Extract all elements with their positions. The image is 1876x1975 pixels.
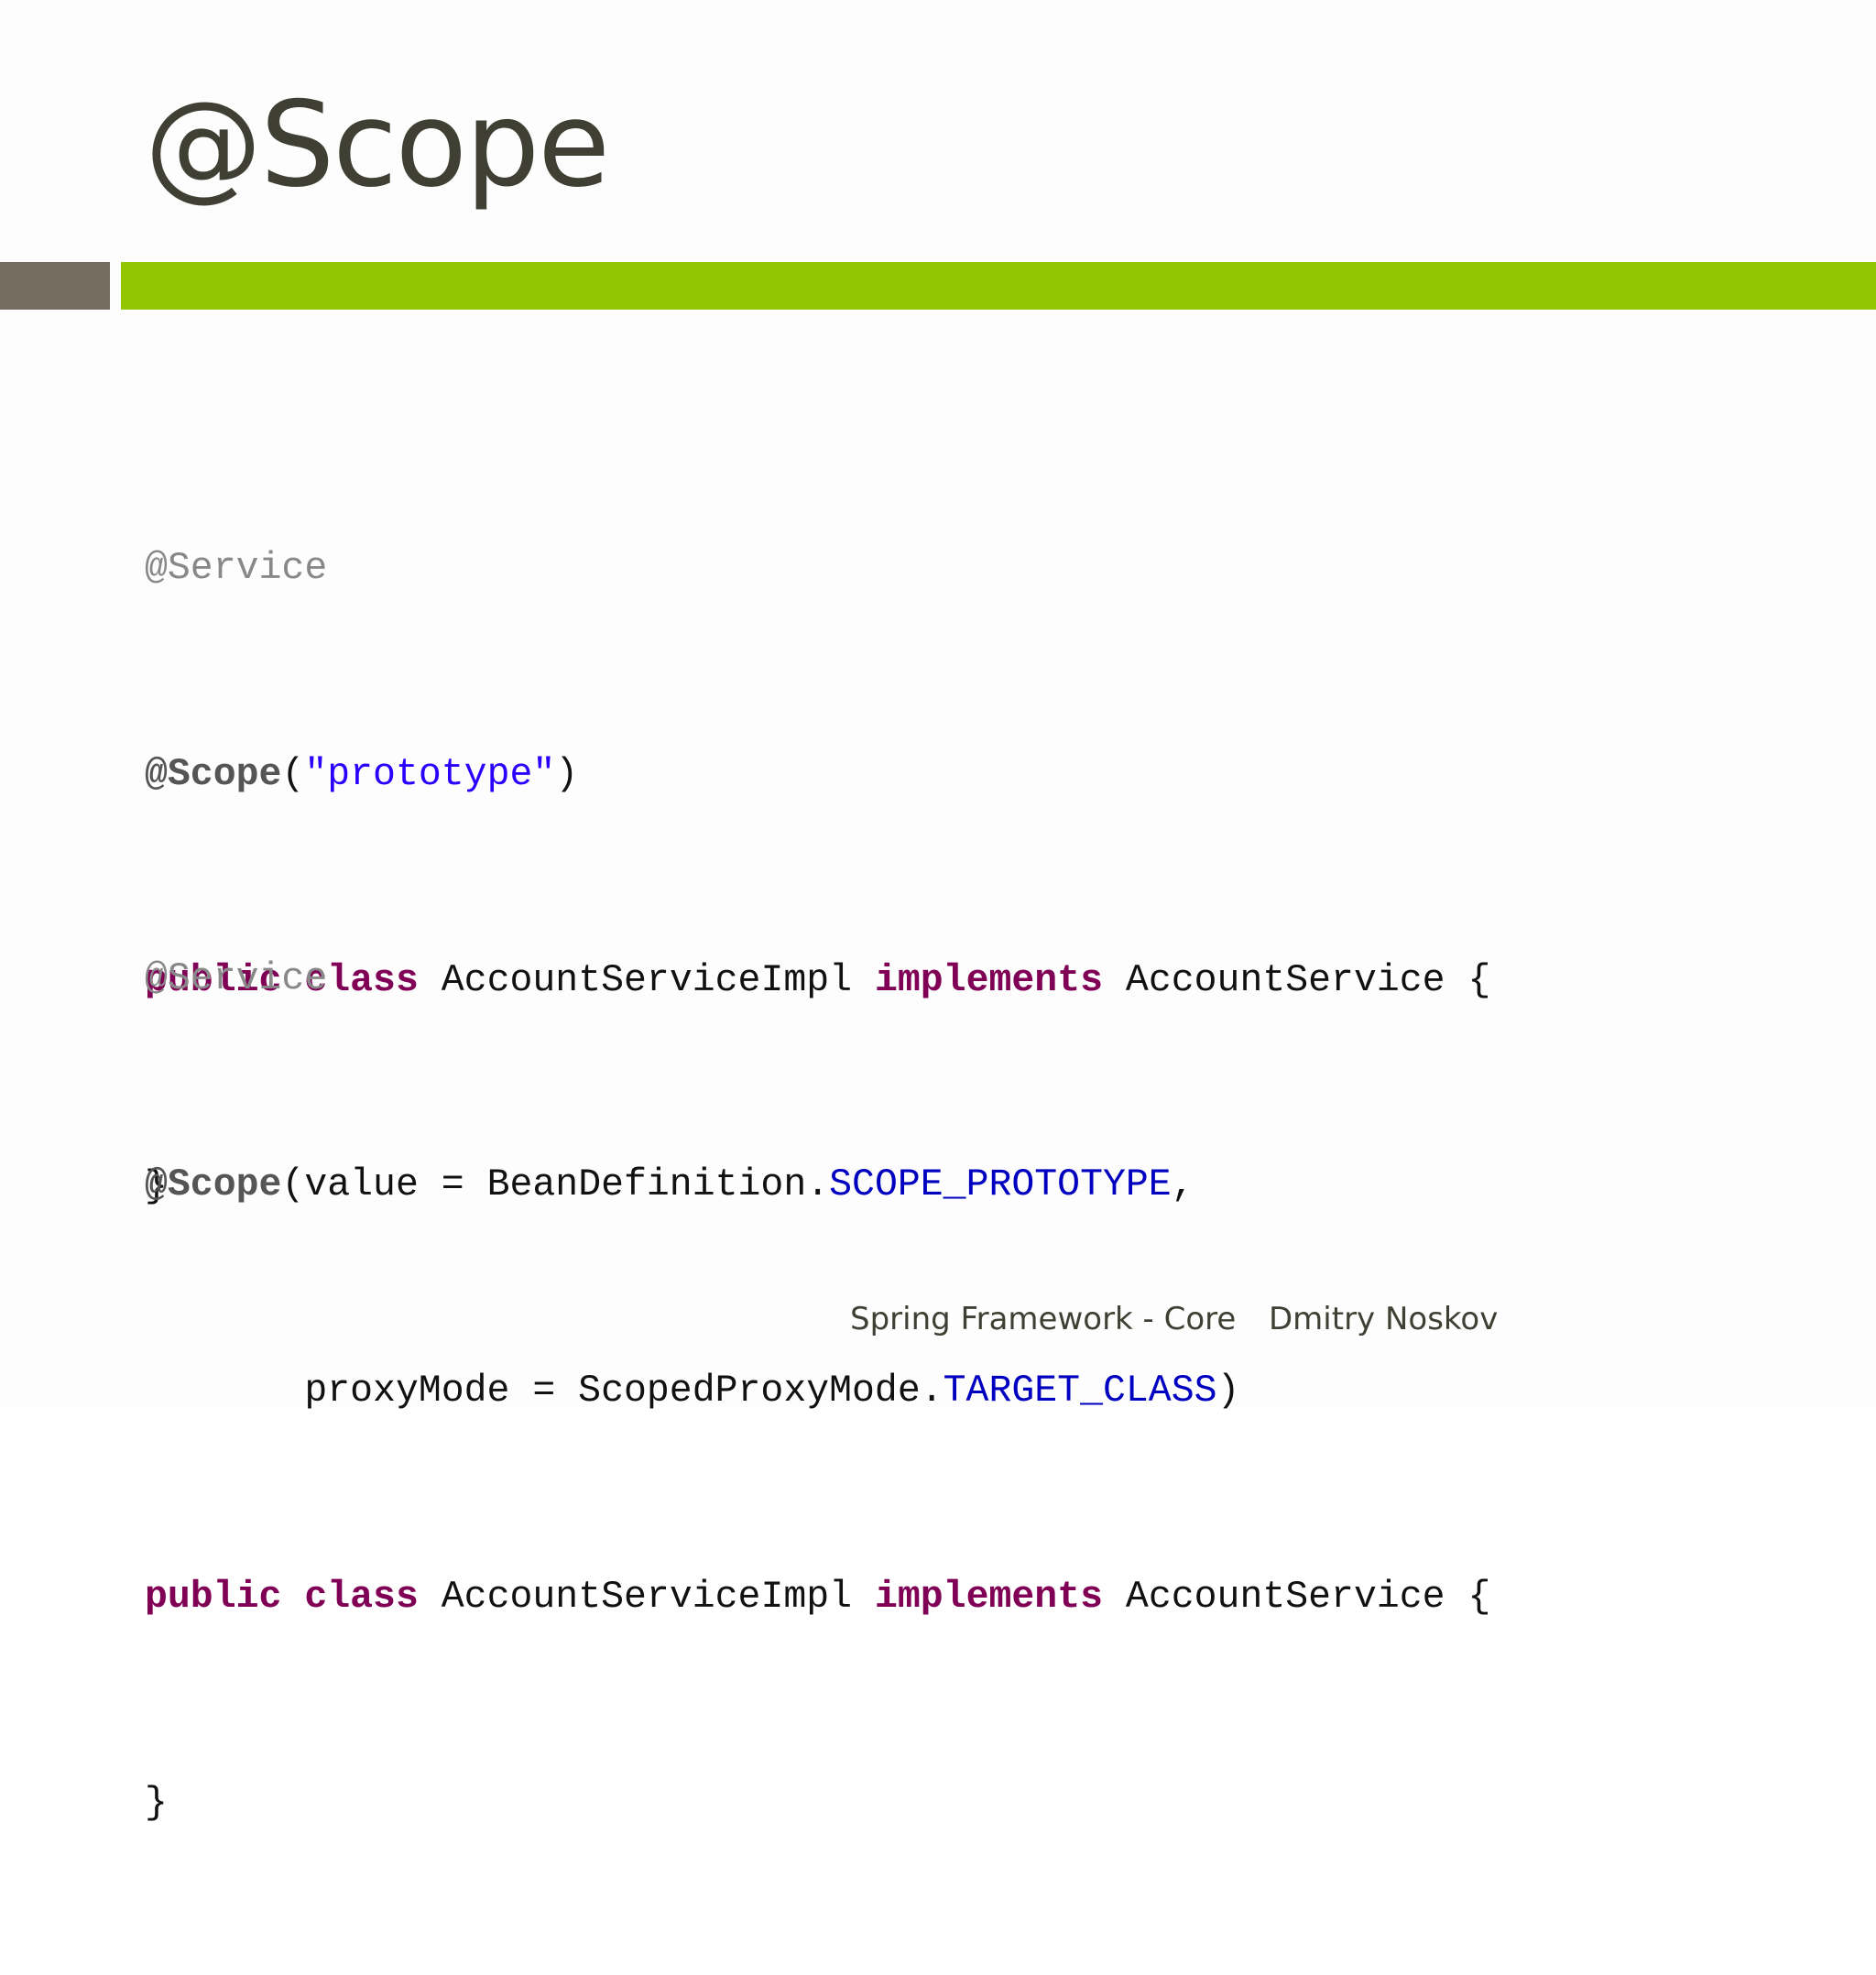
code-block-2: @Service @Scope(value = BeanDefinition.S… bbox=[145, 807, 1490, 1975]
keyword-class: class bbox=[304, 1576, 419, 1619]
footer-course-title: Spring Framework - Core bbox=[850, 1301, 1237, 1337]
code-line: @Scope(value = BeanDefinition.SCOPE_PROT… bbox=[145, 1151, 1490, 1219]
code-punct: ) bbox=[555, 753, 579, 796]
code-constant: TARGET_CLASS bbox=[943, 1369, 1217, 1413]
interface-name: AccountService { bbox=[1125, 1576, 1491, 1619]
code-text: proxyMode = ScopedProxyMode. bbox=[145, 1369, 943, 1413]
code-punct: , bbox=[1171, 1163, 1194, 1206]
code-punct: ) bbox=[1216, 1369, 1240, 1413]
annotation-service: @Service bbox=[145, 547, 328, 590]
annotation-scope: @Scope bbox=[145, 1163, 282, 1206]
code-line: @Service bbox=[145, 944, 1490, 1013]
closing-brace: } bbox=[145, 1782, 168, 1825]
annotation-scope: @Scope bbox=[145, 753, 282, 796]
footer-author: Dmitry Noskov bbox=[1269, 1301, 1499, 1337]
code-line: proxyMode = ScopedProxyMode.TARGET_CLASS… bbox=[145, 1357, 1490, 1425]
title-bar-grey-accent bbox=[0, 262, 110, 310]
code-line: @Scope("prototype") bbox=[145, 740, 1490, 809]
code-constant: SCOPE_PROTOTYPE bbox=[829, 1163, 1172, 1206]
keyword-public: public bbox=[145, 1576, 282, 1619]
class-name: AccountServiceImpl bbox=[441, 1576, 853, 1619]
slide: @Scope @Service @Scope("prototype") publ… bbox=[0, 0, 1876, 1825]
code-line: @Service bbox=[145, 534, 1490, 603]
annotation-service: @Service bbox=[145, 957, 328, 1000]
slide-title: @Scope bbox=[145, 77, 610, 213]
title-bar-green-accent bbox=[121, 262, 1876, 310]
code-punct: ( bbox=[281, 753, 305, 796]
code-text: (value = BeanDefinition. bbox=[281, 1163, 830, 1206]
code-line: public class AccountServiceImpl implemen… bbox=[145, 1563, 1490, 1631]
code-line: } bbox=[145, 1769, 1490, 1838]
code-string: "prototype" bbox=[304, 753, 556, 796]
keyword-implements: implements bbox=[874, 1576, 1104, 1619]
